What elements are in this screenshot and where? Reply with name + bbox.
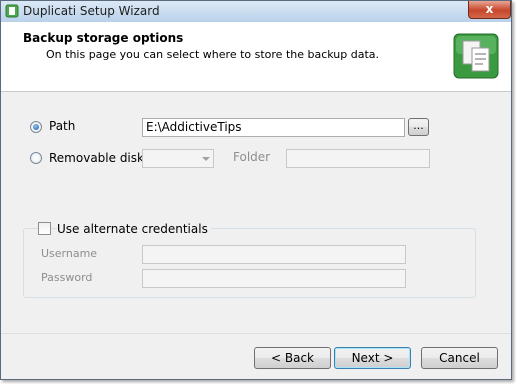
next-button[interactable]: Next > bbox=[334, 347, 411, 369]
path-radio-selected-dot bbox=[33, 124, 39, 130]
folder-label: Folder bbox=[233, 150, 271, 164]
removable-disk-radio[interactable] bbox=[30, 152, 42, 164]
path-radio[interactable] bbox=[30, 121, 42, 133]
removable-disk-select[interactable] bbox=[142, 149, 214, 168]
title-bar[interactable]: Duplicati Setup Wizard x bbox=[1, 1, 511, 22]
username-label: Username bbox=[41, 247, 98, 260]
removable-disk-label: Removable disk bbox=[49, 151, 144, 165]
setup-wizard-window: Duplicati Setup Wizard x Backup storage … bbox=[0, 0, 512, 380]
alternate-credentials-label: Use alternate credentials bbox=[57, 222, 211, 236]
folder-input[interactable] bbox=[286, 149, 430, 168]
chevron-down-icon bbox=[202, 157, 210, 161]
alternate-credentials-checkbox[interactable] bbox=[38, 222, 51, 235]
window-title: Duplicati Setup Wizard bbox=[23, 4, 160, 18]
wizard-header: Backup storage options On this page you … bbox=[1, 22, 511, 92]
path-label: Path bbox=[49, 119, 76, 133]
password-label: Password bbox=[41, 271, 93, 284]
cancel-button[interactable]: Cancel bbox=[421, 347, 498, 369]
app-icon bbox=[5, 4, 19, 18]
path-input[interactable]: E:\AddictiveTips bbox=[142, 118, 405, 137]
back-button[interactable]: < Back bbox=[254, 347, 331, 369]
username-input[interactable] bbox=[142, 245, 406, 264]
password-input[interactable] bbox=[142, 269, 406, 288]
close-button[interactable]: x bbox=[468, 1, 511, 19]
page-title: Backup storage options bbox=[23, 31, 184, 45]
browse-button[interactable]: ... bbox=[408, 118, 429, 136]
footer-divider bbox=[1, 333, 511, 334]
page-subtitle: On this page you can select where to sto… bbox=[46, 48, 380, 61]
documents-icon bbox=[453, 33, 499, 79]
